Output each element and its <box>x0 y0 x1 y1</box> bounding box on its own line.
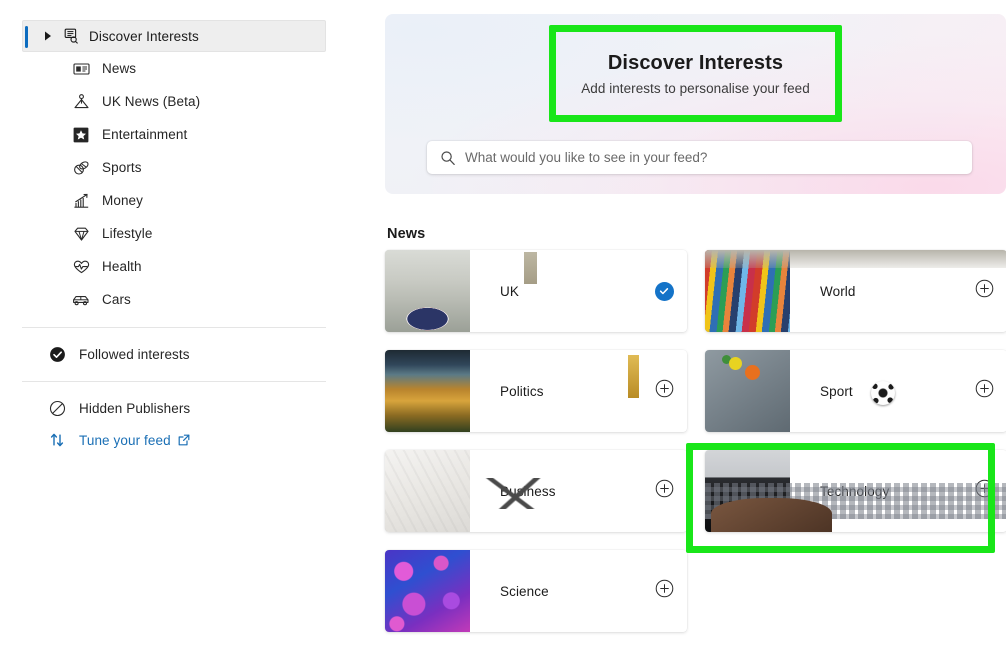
interest-card-business[interactable]: Business <box>385 450 687 532</box>
plus-circle-icon <box>975 379 994 403</box>
add-interest-button[interactable] <box>641 379 687 403</box>
sidebar-divider-2 <box>22 381 326 382</box>
sidebar-item-label: Entertainment <box>102 127 188 142</box>
sidebar-item-discover-interests[interactable]: Discover Interests <box>22 20 326 52</box>
add-interest-button[interactable] <box>641 579 687 603</box>
check-circle-filled-icon <box>48 345 66 363</box>
sidebar-item-label: Health <box>102 259 142 274</box>
add-interest-button[interactable] <box>961 279 1006 303</box>
sidebar-item-sports[interactable]: Sports <box>0 151 340 184</box>
interest-card-sport[interactable]: Sport <box>705 350 1006 432</box>
card-row: Business Technology <box>385 450 1006 532</box>
followed-toggle-button[interactable] <box>641 281 687 301</box>
interest-card-science[interactable]: Science <box>385 550 687 632</box>
card-thumbnail <box>705 350 790 432</box>
card-thumbnail <box>385 450 470 532</box>
selection-indicator <box>25 26 28 48</box>
interest-card-grid: UK World Politics Sport Science <box>385 250 1006 650</box>
hero-banner: Discover Interests Add interests to pers… <box>385 14 1006 194</box>
card-thumbnail <box>705 450 790 532</box>
card-label: Science <box>500 583 549 599</box>
sidebar-item-news[interactable]: News <box>0 52 340 85</box>
card-thumbnail <box>385 350 470 432</box>
diamond-icon <box>72 225 90 243</box>
card-thumbnail <box>385 250 470 332</box>
sidebar-item-label: Hidden Publishers <box>79 400 191 416</box>
sidebar-item-label: Lifestyle <box>102 226 153 241</box>
card-row: Science <box>385 550 1006 632</box>
sidebar-item-cars[interactable]: Cars <box>0 283 340 316</box>
plus-circle-icon <box>655 379 674 403</box>
sidebar-item-label: Discover Interests <box>89 28 199 44</box>
page-subtitle: Add interests to personalise your feed <box>581 80 810 96</box>
sidebar-item-health[interactable]: Health <box>0 250 340 283</box>
sidebar-item-money[interactable]: Money <box>0 184 340 217</box>
interest-card-uk[interactable]: UK <box>385 250 687 332</box>
sidebar-item-entertainment[interactable]: Entertainment <box>0 118 340 151</box>
sidebar-item-label: Followed interests <box>79 346 190 362</box>
add-interest-button[interactable] <box>961 379 1006 403</box>
sidebar-divider-1 <box>22 327 326 328</box>
card-row: UK World <box>385 250 1006 332</box>
app-root: Discover Interests News UK News (Beta) E… <box>0 0 1006 665</box>
interest-card-world[interactable]: World <box>705 250 1006 332</box>
sidebar-item-label: Sports <box>102 160 142 175</box>
sidebar-item-label: Cars <box>102 292 131 307</box>
sidebar-item-label: Money <box>102 193 144 208</box>
sidebar-item-followed-interests[interactable]: Followed interests <box>0 338 340 370</box>
card-thumbnail <box>385 550 470 632</box>
uk-news-icon <box>72 93 90 111</box>
heart-pulse-icon <box>72 258 90 276</box>
sort-arrows-icon <box>48 431 66 449</box>
plus-circle-icon <box>975 279 994 303</box>
sidebar-item-label: News <box>102 61 137 76</box>
card-label: UK <box>500 283 519 299</box>
external-link-icon <box>178 434 190 446</box>
search-bar[interactable] <box>427 141 972 174</box>
discover-feed-icon <box>59 27 81 45</box>
block-circle-icon <box>48 399 66 417</box>
newspaper-icon <box>72 60 90 78</box>
page-title: Discover Interests <box>607 51 784 74</box>
interest-card-politics[interactable]: Politics <box>385 350 687 432</box>
sports-ball-icon <box>72 159 90 177</box>
sidebar-item-label: Tune your feed <box>79 432 171 448</box>
card-row: Politics Sport <box>385 350 1006 432</box>
sidebar-item-tune-your-feed[interactable]: Tune your feed <box>0 424 340 456</box>
chevron-right-icon[interactable] <box>41 29 55 43</box>
star-filled-icon <box>72 126 90 144</box>
sidebar-item-lifestyle[interactable]: Lifestyle <box>0 217 340 250</box>
card-label: World <box>820 283 856 299</box>
sidebar-item-label: UK News (Beta) <box>102 94 201 109</box>
search-input[interactable] <box>465 150 945 165</box>
sidebar-item-uk-news-beta[interactable]: UK News (Beta) <box>0 85 340 118</box>
interest-card-technology[interactable]: Technology <box>705 450 1006 532</box>
main-content: Discover Interests Add interests to pers… <box>385 0 1006 665</box>
section-heading-news: News <box>387 226 426 243</box>
search-icon <box>439 149 457 167</box>
card-label: Politics <box>500 383 544 399</box>
plus-circle-icon <box>655 479 674 503</box>
car-icon <box>72 291 90 309</box>
hero-title-block: Discover Interests Add interests to pers… <box>549 25 842 122</box>
sidebar: Discover Interests News UK News (Beta) E… <box>0 0 340 665</box>
card-thumbnail <box>705 250 790 332</box>
plus-circle-icon <box>655 579 674 603</box>
check-circle-filled-icon <box>654 281 674 301</box>
chart-growth-icon <box>72 192 90 210</box>
add-interest-button[interactable] <box>641 479 687 503</box>
sidebar-item-hidden-publishers[interactable]: Hidden Publishers <box>0 392 340 424</box>
